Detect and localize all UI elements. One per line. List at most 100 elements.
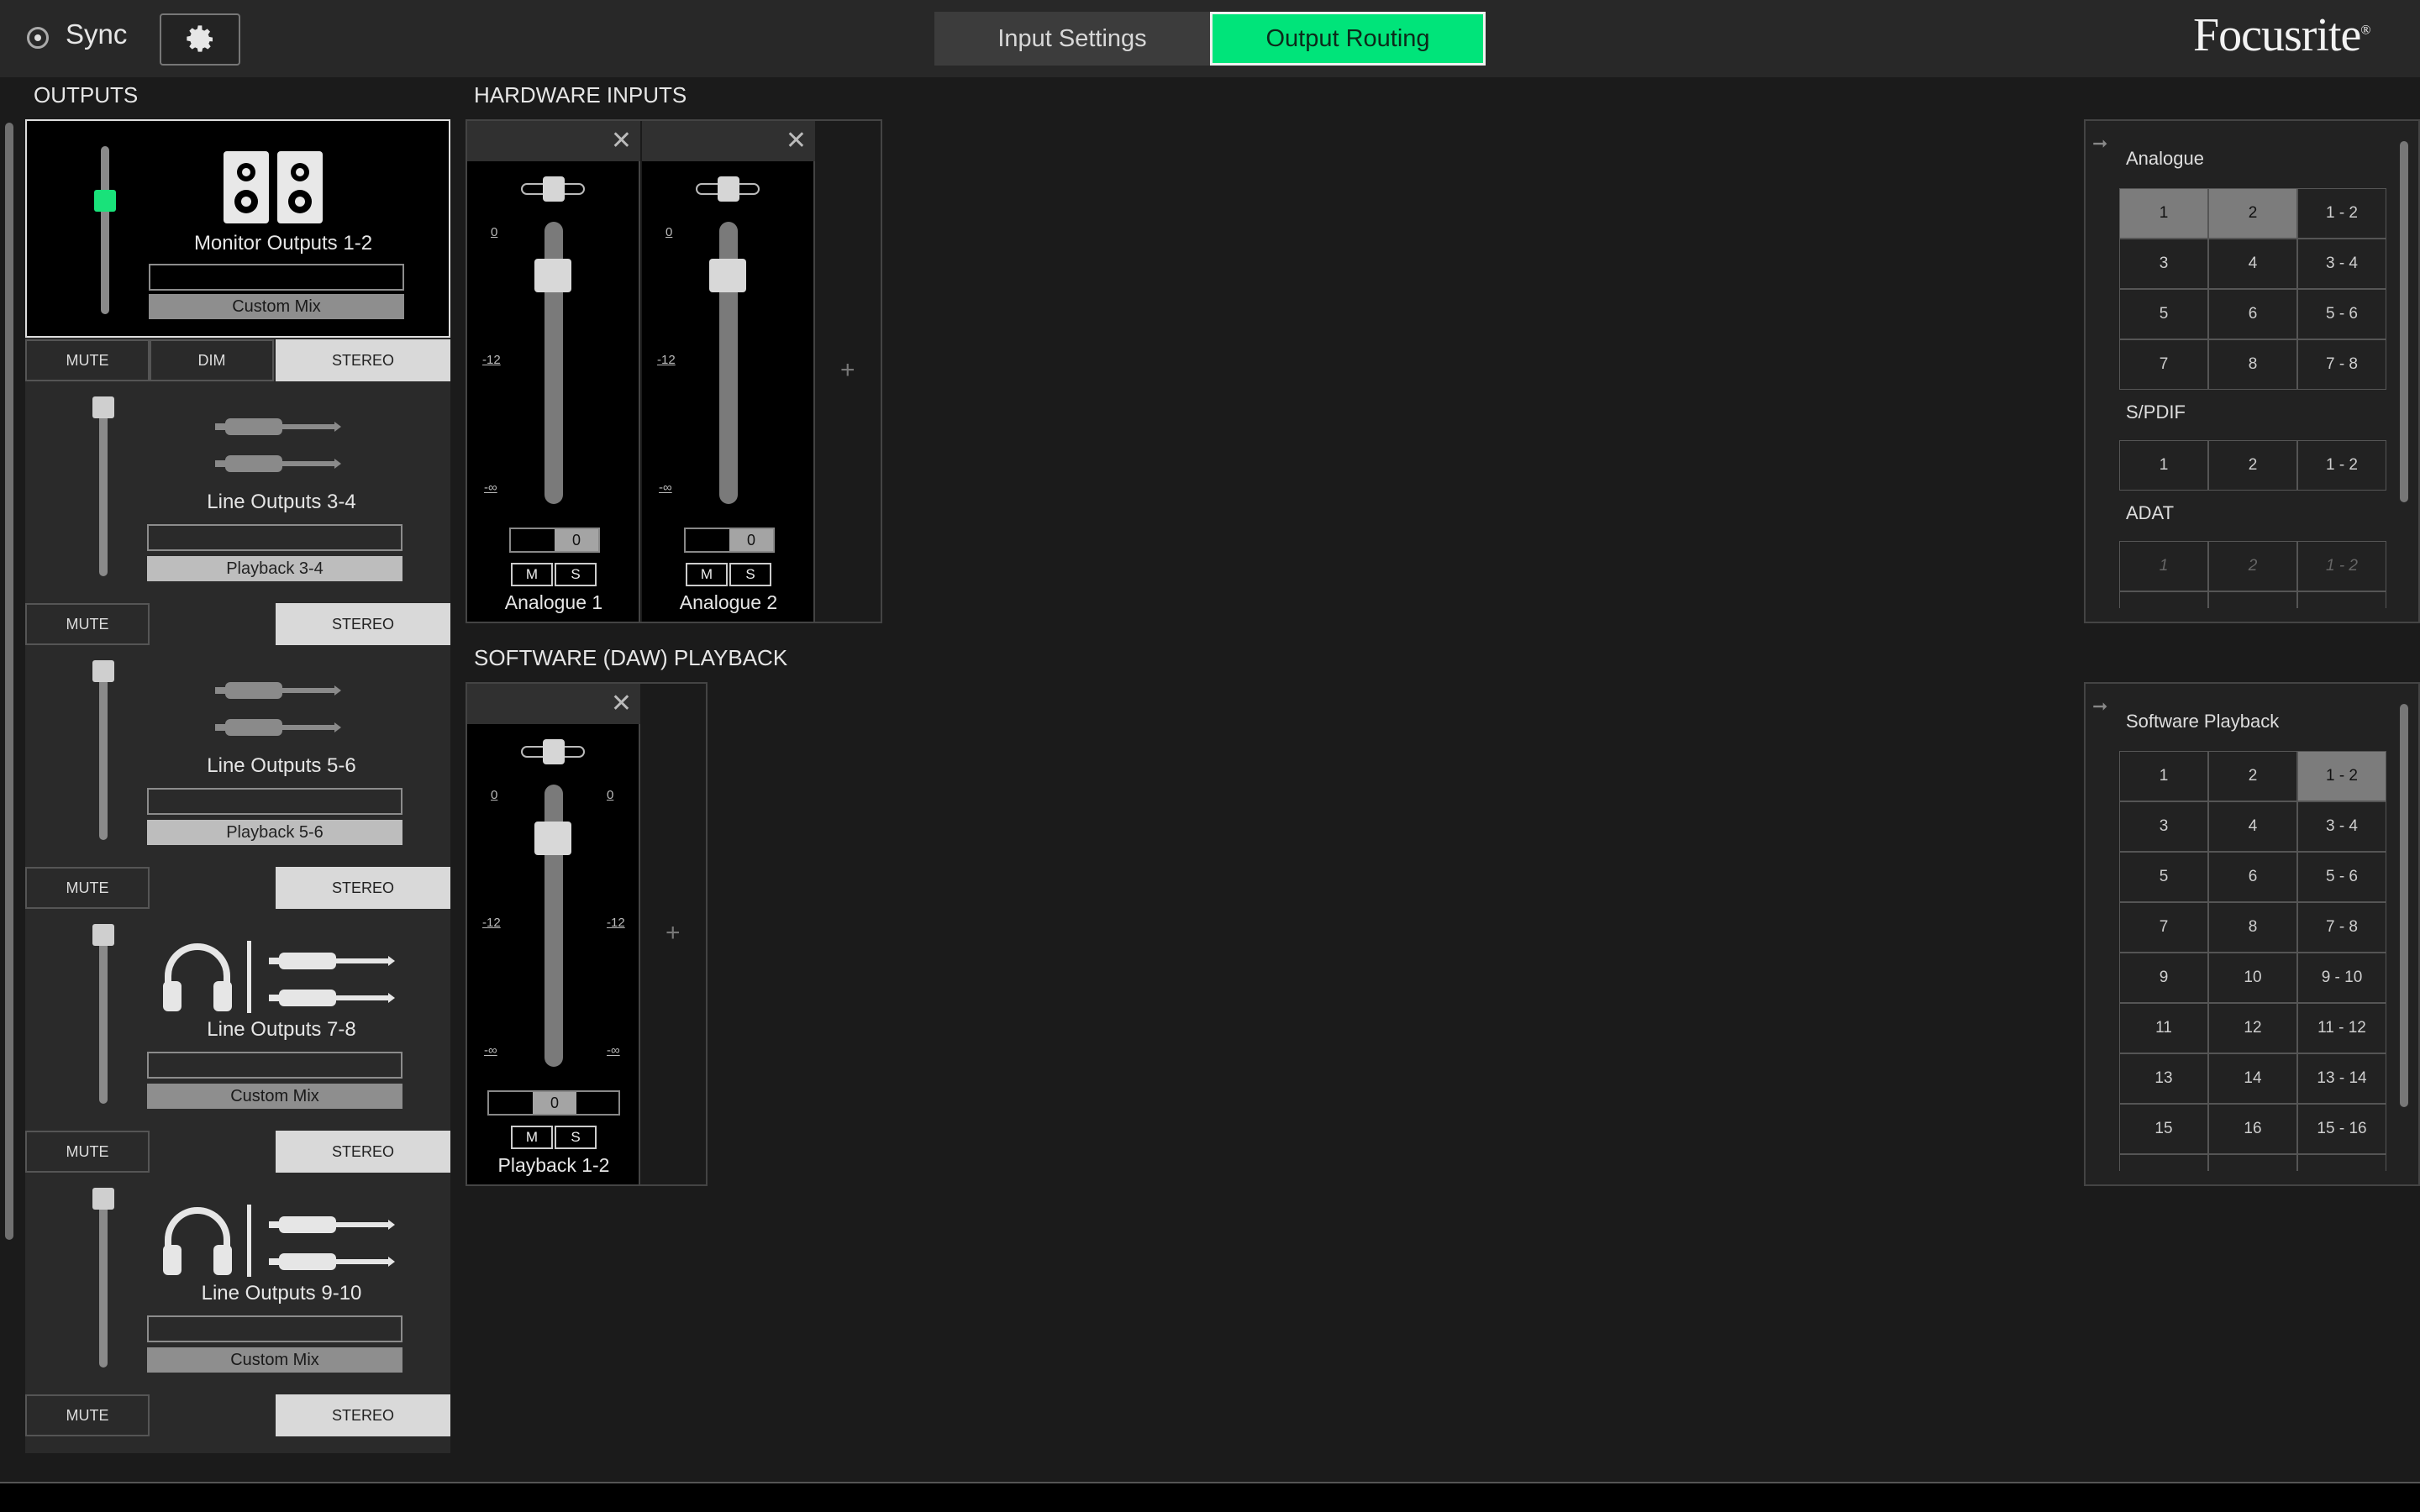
source-cell[interactable]: 9 [2119,953,2208,1003]
pan-knob[interactable] [543,176,565,202]
settings-button[interactable] [160,13,240,66]
close-icon[interactable]: ✕ [786,126,807,155]
source-cell[interactable]: 6 [2208,289,2297,339]
source-cell[interactable] [2119,1154,2208,1171]
source-cell[interactable]: 1 - 2 [2297,440,2386,491]
source-cell[interactable]: 5 - 6 [2297,289,2386,339]
tab-input-settings[interactable]: Input Settings [934,12,1210,66]
output-card-line-5-6[interactable]: Line Outputs 5-6 Playback 5-6 MUTE STERE… [25,647,450,911]
source-cell[interactable]: 2 [2208,751,2297,801]
source-cell[interactable] [2208,1154,2297,1171]
output-card-line-9-10[interactable]: Line Outputs 9-10 Custom Mix MUTE STEREO [25,1174,450,1438]
source-cell[interactable]: 7 - 8 [2297,902,2386,953]
solo-button[interactable]: S [555,1126,597,1149]
source-cell[interactable]: 10 [2208,953,2297,1003]
source-cell: 1 - 2 [2297,541,2386,591]
output-source-select[interactable]: Playback 3-4 [147,556,402,581]
stereo-button[interactable]: STEREO [276,867,450,909]
close-icon[interactable]: ✕ [611,126,632,155]
source-cell[interactable]: 1 [2119,440,2208,491]
source-cell[interactable]: 12 [2208,1003,2297,1053]
gain-display[interactable]: 0 [509,528,600,553]
tab-output-routing[interactable]: Output Routing [1210,12,1486,66]
outputs-scrollbar[interactable] [5,123,13,1240]
source-cell[interactable]: 8 [2208,902,2297,953]
stereo-button[interactable]: STEREO [276,1394,450,1436]
source-cell[interactable]: 15 - 16 [2297,1104,2386,1154]
source-cell[interactable]: 7 [2119,339,2208,390]
source-cell[interactable]: 13 [2119,1053,2208,1104]
source-cell[interactable]: 15 [2119,1104,2208,1154]
solo-button[interactable]: S [729,563,771,586]
mute-button[interactable]: MUTE [25,1131,150,1173]
source-cell[interactable]: 7 - 8 [2297,339,2386,390]
output-card-monitor[interactable]: Monitor Outputs 1-2 Custom Mix MUTE DIM … [25,119,450,383]
source-cell[interactable]: 14 [2208,1053,2297,1104]
stereo-button[interactable]: STEREO [276,339,450,381]
mute-button[interactable]: MUTE [25,1394,150,1436]
source-cell[interactable]: 3 [2119,801,2208,852]
source-cell[interactable]: 2 [2208,440,2297,491]
source-cell[interactable]: 5 - 6 [2297,852,2386,902]
source-cell[interactable]: 3 - 4 [2297,239,2386,289]
source-cell[interactable]: 5 [2119,852,2208,902]
source-cell[interactable]: 4 [2208,801,2297,852]
source-cell[interactable]: 11 [2119,1003,2208,1053]
add-channel-button[interactable]: + [840,356,855,385]
pan-knob[interactable] [543,739,565,764]
source-cell[interactable]: 1 [2119,188,2208,239]
source-cell[interactable]: 5 [2119,289,2208,339]
mute-button[interactable]: M [686,563,728,586]
output-card-line-7-8[interactable]: Line Outputs 7-8 Custom Mix MUTE STEREO [25,911,450,1174]
scale-label: -12 [482,916,501,930]
mute-button[interactable]: M [511,563,553,586]
source-cell[interactable]: 6 [2208,852,2297,902]
mute-button[interactable]: M [511,1126,553,1149]
source-cell[interactable]: 2 [2208,188,2297,239]
source-cell[interactable]: 13 - 14 [2297,1053,2386,1104]
output-level-slider[interactable] [94,190,116,212]
output-source-select[interactable]: Custom Mix [149,294,404,319]
output-level-slider[interactable] [92,396,114,418]
source-cell[interactable]: 3 - 4 [2297,801,2386,852]
output-level-track [99,936,108,1104]
output-source-select[interactable]: Custom Mix [147,1084,402,1109]
source-cell[interactable]: 11 - 12 [2297,1003,2386,1053]
gain-display[interactable]: 0 [487,1090,620,1116]
source-cell[interactable]: 7 [2119,902,2208,953]
source-cell[interactable] [2297,1154,2386,1171]
source-cell[interactable]: 16 [2208,1104,2297,1154]
mute-button[interactable]: MUTE [25,339,150,381]
mute-button[interactable]: MUTE [25,603,150,645]
close-icon[interactable]: ✕ [611,689,632,718]
fader-knob[interactable] [709,259,746,292]
source-cell[interactable]: 1 - 2 [2297,188,2386,239]
output-source-select[interactable]: Custom Mix [147,1347,402,1373]
source-cell[interactable]: 9 - 10 [2297,953,2386,1003]
output-source-select[interactable]: Playback 5-6 [147,820,402,845]
dim-button[interactable]: DIM [150,339,274,381]
output-level-slider[interactable] [92,660,114,682]
source-scrollbar[interactable] [2400,704,2408,1107]
solo-button[interactable]: S [555,563,597,586]
fader-knob[interactable] [534,822,571,855]
source-scrollbar[interactable] [2400,141,2408,502]
pan-knob[interactable] [718,176,739,202]
gain-display[interactable]: 0 [684,528,775,553]
gain-value: 0 [555,529,598,551]
source-cell[interactable]: 8 [2208,339,2297,390]
fader-knob[interactable] [534,259,571,292]
outputs-title: OUTPUTS [34,82,139,108]
mute-button[interactable]: MUTE [25,867,150,909]
stereo-button[interactable]: STEREO [276,1131,450,1173]
stereo-button[interactable]: STEREO [276,603,450,645]
output-card-line-3-4[interactable]: Line Outputs 3-4 Playback 3-4 MUTE STERE… [25,383,450,647]
output-level-slider[interactable] [92,1188,114,1210]
add-channel-button[interactable]: + [666,919,681,948]
source-cell[interactable]: 1 [2119,751,2208,801]
source-cell[interactable]: 4 [2208,239,2297,289]
source-cell[interactable]: 1 - 2 [2297,751,2386,801]
output-level-slider[interactable] [92,924,114,946]
source-cell[interactable]: 3 [2119,239,2208,289]
output-button-row: MUTE STEREO [25,867,450,909]
